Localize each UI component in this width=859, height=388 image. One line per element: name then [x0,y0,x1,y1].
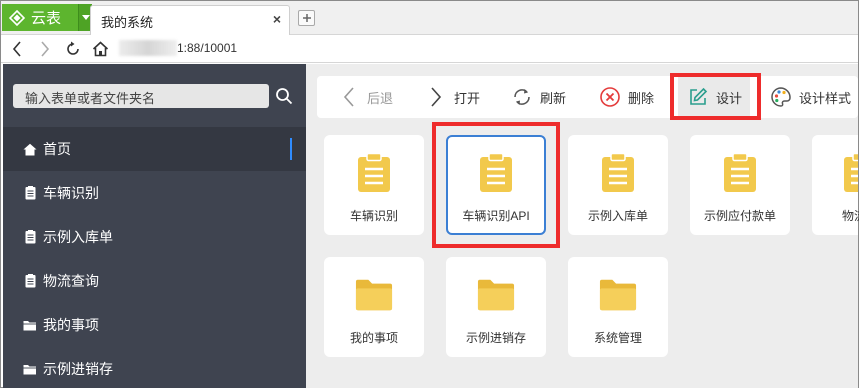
delete-label: 删除 [628,90,655,106]
sidebar-item-vehicle-recognition[interactable]: 车辆识别 [3,171,306,215]
refresh-label: 刷新 [540,90,567,106]
clipboard-icon [843,153,858,193]
search-icon[interactable] [273,84,295,108]
clipboard-icon [599,153,637,193]
main-panel: 后退 打开 刷新 删除 设计 设计样式 车辆识别 车辆识别API 示例入库单 示… [306,64,859,388]
tile-sample-inbound[interactable]: 示例入库单 [568,135,668,235]
document-icon [23,230,37,244]
tab-title: 我的系统 [101,15,154,30]
browser-brand-button[interactable]: 云表 [2,4,92,31]
forward-arrow-icon[interactable] [35,39,55,59]
sidebar-item-label: 物流查询 [43,273,99,289]
new-tab-button[interactable] [298,10,315,26]
brand-name: 云表 [31,10,62,27]
back-button[interactable]: 后退 [337,76,393,118]
design-label: 设计 [716,90,743,106]
address-url[interactable]: 1:88/10001 [177,41,237,55]
folder-icon [23,362,37,376]
sidebar-item-sample-inbound[interactable]: 示例入库单 [3,215,306,259]
tile-label: 示例进销存 [465,331,526,345]
tile-system-management[interactable]: 系统管理 [568,257,668,357]
tile-sample-payable[interactable]: 示例应付款单 [690,135,790,235]
delete-circle-x-icon [598,85,622,109]
brand-logo-icon [6,4,28,31]
design-style-button[interactable]: 设计样式 [769,76,851,118]
open-button[interactable]: 打开 [424,76,480,118]
sidebar-item-my-tasks[interactable]: 我的事项 [3,303,306,347]
tile-logistics[interactable]: 物流 [812,135,859,235]
tile-label: 示例应付款单 [703,209,776,223]
edit-pencil-icon [686,85,710,109]
home-icon[interactable] [90,39,110,59]
browser-tab-bar: 云表 我的系统 × [1,1,858,35]
sidebar-item-home[interactable]: 首页 [3,127,306,171]
clipboard-icon [721,153,759,193]
clipboard-icon [355,153,393,193]
back-arrow-icon[interactable] [7,39,27,59]
refresh-icon [510,85,534,109]
folder-icon [477,275,515,315]
tile-label: 物流 [842,209,859,223]
browser-nav-bar: 1:88/10001 [1,35,858,63]
tile-label: 示例入库单 [587,209,648,223]
tab-my-system[interactable]: 我的系统 × [90,5,290,35]
sidebar-item-label: 车辆识别 [43,185,99,201]
tile-label: 车辆识别API [462,209,530,223]
tile-vehicle-recognition-api[interactable]: 车辆识别API [446,135,546,235]
sidebar-item-label: 我的事项 [43,317,99,333]
home-icon [23,142,37,156]
tile-label: 车辆识别 [349,209,398,223]
active-indicator [290,138,292,160]
tile-my-tasks[interactable]: 我的事项 [324,257,424,357]
tile-label: 我的事项 [349,331,398,345]
folder-icon [599,275,637,315]
tab-close-icon[interactable]: × [273,11,281,27]
sidebar-item-label: 示例进销存 [43,361,113,377]
search-placeholder: 输入表单或者文件夹名 [25,91,156,106]
open-label: 打开 [454,90,481,106]
design-button[interactable]: 设计 [678,76,751,118]
sidebar-item-sample-inventory[interactable]: 示例进销存 [3,347,306,388]
reload-icon[interactable] [63,39,83,59]
sidebar-item-label: 首页 [43,141,71,157]
chevron-left-icon [337,85,361,109]
chevron-right-icon [424,85,448,109]
clipboard-icon [477,153,515,193]
delete-button[interactable]: 删除 [598,76,654,118]
sidebar: 输入表单或者文件夹名 首页 车辆识别 示例入库单 物流查询 我的事项 示例进销存 [3,64,306,388]
document-icon [23,274,37,288]
toolbar: 后退 打开 刷新 删除 设计 设计样式 [317,76,858,118]
document-icon [23,186,37,200]
back-label: 后退 [367,90,394,106]
folder-icon [23,318,37,332]
refresh-button[interactable]: 刷新 [510,76,566,118]
tile-sample-inventory[interactable]: 示例进销存 [446,257,546,357]
tile-vehicle-recognition[interactable]: 车辆识别 [324,135,424,235]
design-style-label: 设计样式 [799,90,852,106]
sidebar-item-logistics-query[interactable]: 物流查询 [3,259,306,303]
palette-icon [769,85,793,109]
folder-icon [355,275,393,315]
search-input[interactable]: 输入表单或者文件夹名 [13,84,269,108]
url-blurred-host [119,40,177,56]
tile-label: 系统管理 [593,331,642,345]
sidebar-item-label: 示例入库单 [43,229,113,245]
